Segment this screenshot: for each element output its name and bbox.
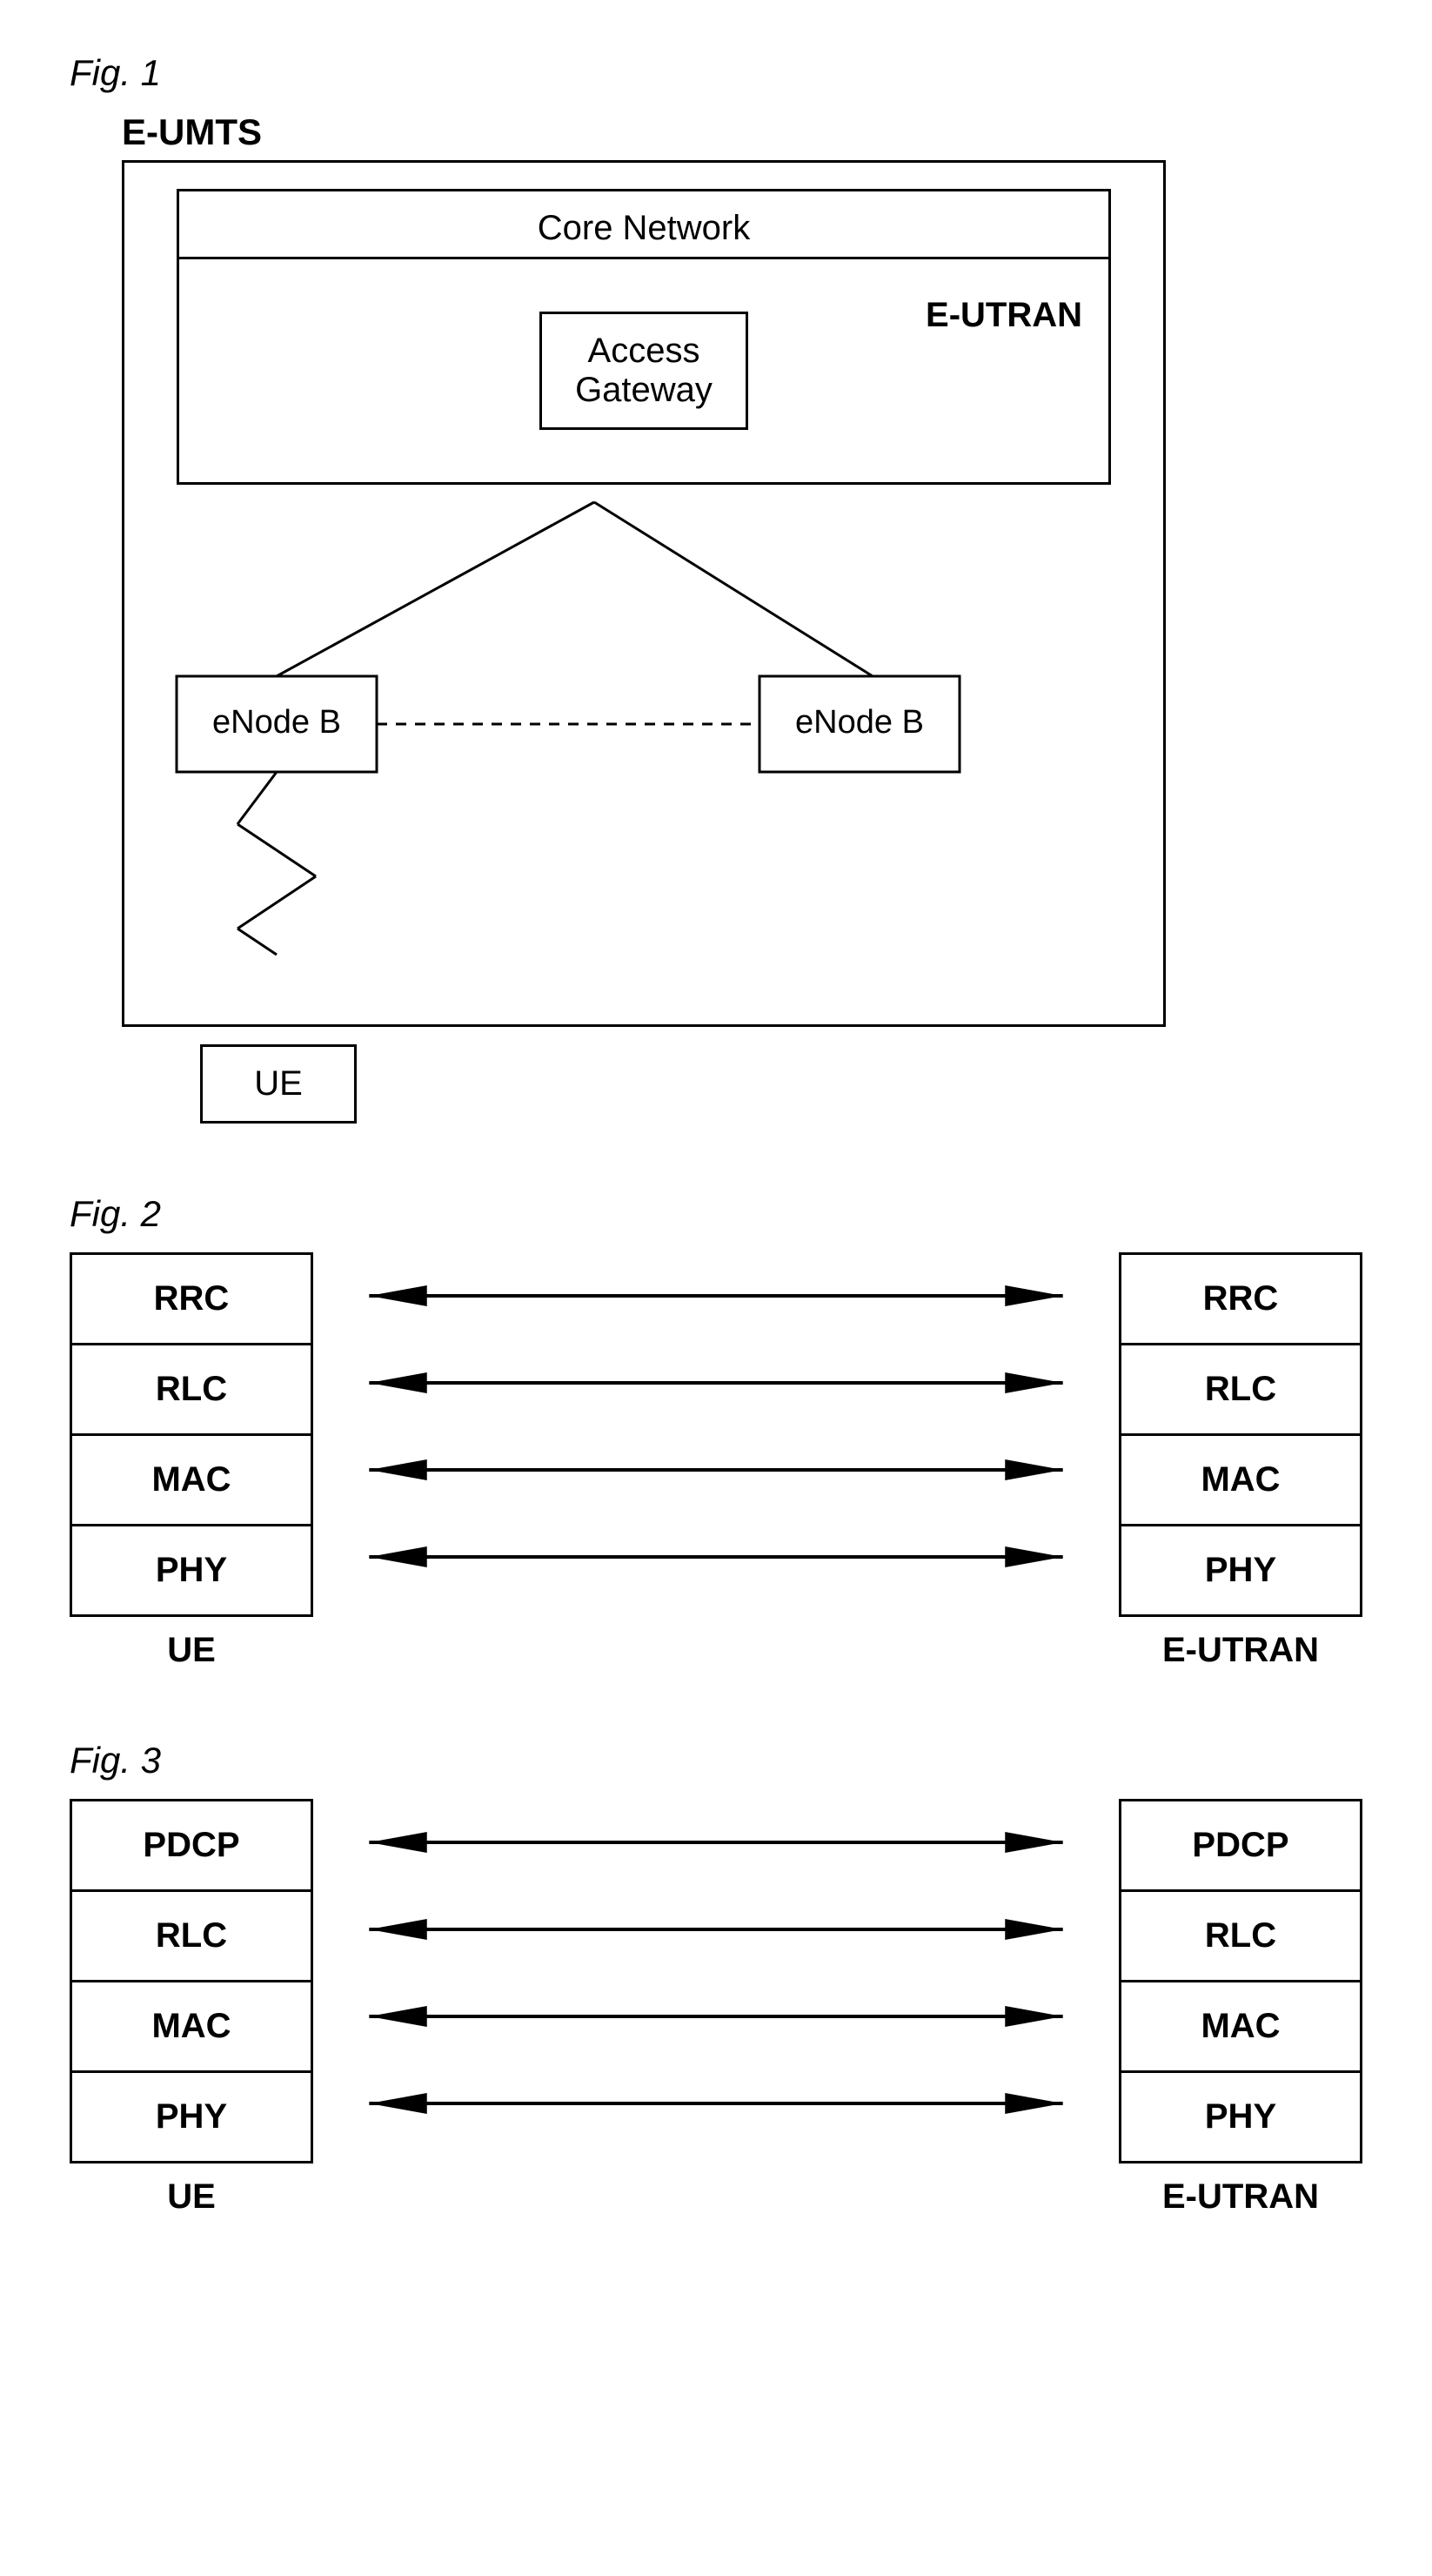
fig2-right-label: E-UTRAN <box>1162 1631 1319 1670</box>
fig2-right-rrc: RRC <box>1121 1255 1360 1345</box>
fig3-left-phy: PHY <box>72 2073 311 2161</box>
fig3-left-mac: MAC <box>72 1982 311 2073</box>
fig2-arrow-rlc <box>331 1339 1101 1426</box>
fig3-arrow-mac-svg <box>331 1999 1101 2034</box>
fig1-label: Fig. 1 <box>70 52 1362 94</box>
fig3-right-label: E-UTRAN <box>1162 2177 1319 2217</box>
fig3-label: Fig. 3 <box>70 1740 1362 1781</box>
figure-1: Fig. 1 E-UMTS Core Network AccessGateway… <box>70 52 1362 1124</box>
fig2-arrow-mac <box>331 1426 1101 1513</box>
fig2-right-phy: PHY <box>1121 1526 1360 1614</box>
fig2-left-stack: RRC RLC MAC PHY <box>70 1252 313 1617</box>
fig2-left-stack-col: RRC RLC MAC PHY UE <box>70 1252 313 1670</box>
fig2-right-stack: RRC RLC MAC PHY <box>1119 1252 1362 1617</box>
fig2-arrow-rrc <box>331 1252 1101 1339</box>
eumts-label: E-UMTS <box>122 111 1362 153</box>
svg-text:eNode B: eNode B <box>212 704 341 741</box>
fig2-right-mac: MAC <box>1121 1436 1360 1526</box>
eutran-label: E-UTRAN <box>926 296 1082 335</box>
fig2-left-phy: PHY <box>72 1526 311 1614</box>
figure-3: Fig. 3 PDCP RLC MAC PHY UE <box>70 1740 1362 2217</box>
fig3-left-stack-col: PDCP RLC MAC PHY UE <box>70 1799 313 2217</box>
fig3-left-rlc: RLC <box>72 1892 311 1982</box>
fig3-arrow-phy <box>331 2060 1101 2147</box>
fig2-arrow-phy-svg <box>331 1540 1101 1574</box>
fig3-arrow-phy-svg <box>331 2086 1101 2121</box>
fig3-arrow-pdcp-svg <box>331 1825 1101 1860</box>
figure-2: Fig. 2 RRC RLC MAC PHY UE <box>70 1193 1362 1670</box>
fig3-arrow-mac <box>331 1973 1101 2060</box>
fig2-label: Fig. 2 <box>70 1193 1362 1235</box>
fig3-arrow-rlc-svg <box>331 1912 1101 1947</box>
fig3-diagram: PDCP RLC MAC PHY UE <box>70 1799 1362 2217</box>
fig3-arrows <box>313 1799 1119 2147</box>
fig2-arrows <box>313 1252 1119 1600</box>
ue-section: UE <box>200 1044 1362 1124</box>
eumts-box: Core Network AccessGateway E-UTRAN <box>122 160 1166 1027</box>
fig2-arrow-mac-svg <box>331 1452 1101 1487</box>
fig3-left-stack: PDCP RLC MAC PHY <box>70 1799 313 2163</box>
fig3-right-stack: PDCP RLC MAC PHY <box>1119 1799 1362 2163</box>
fig2-right-stack-col: RRC RLC MAC PHY E-UTRAN <box>1119 1252 1362 1670</box>
fig2-left-rlc: RLC <box>72 1345 311 1436</box>
fig2-diagram: RRC RLC MAC PHY UE <box>70 1252 1362 1670</box>
fig3-right-phy: PHY <box>1121 2073 1360 2161</box>
fig1-lines-svg: eNode B eNode B <box>124 485 1163 989</box>
core-network-box: Core Network AccessGateway E-UTRAN <box>177 189 1111 485</box>
fig3-right-rlc: RLC <box>1121 1892 1360 1982</box>
fig3-arrow-pdcp <box>331 1799 1101 1886</box>
fig3-arrow-rlc <box>331 1886 1101 1973</box>
fig3-right-stack-col: PDCP RLC MAC PHY E-UTRAN <box>1119 1799 1362 2217</box>
fig3-right-pdcp: PDCP <box>1121 1801 1360 1892</box>
fig2-left-mac: MAC <box>72 1436 311 1526</box>
fig2-arrow-rrc-svg <box>331 1278 1101 1313</box>
svg-text:eNode B: eNode B <box>795 704 924 741</box>
fig2-arrow-phy <box>331 1513 1101 1600</box>
core-network-label: Core Network <box>179 191 1108 257</box>
fig3-left-pdcp: PDCP <box>72 1801 311 1892</box>
fig2-left-rrc: RRC <box>72 1255 311 1345</box>
fig2-right-rlc: RLC <box>1121 1345 1360 1436</box>
ue-box: UE <box>200 1044 357 1124</box>
fig2-left-label: UE <box>167 1631 216 1670</box>
fig2-arrow-rlc-svg <box>331 1365 1101 1400</box>
fig3-right-mac: MAC <box>1121 1982 1360 2073</box>
fig3-left-label: UE <box>167 2177 216 2217</box>
access-gateway-box: AccessGateway <box>539 312 748 430</box>
access-gateway-label: AccessGateway <box>575 332 713 409</box>
ue-label: UE <box>254 1064 303 1103</box>
